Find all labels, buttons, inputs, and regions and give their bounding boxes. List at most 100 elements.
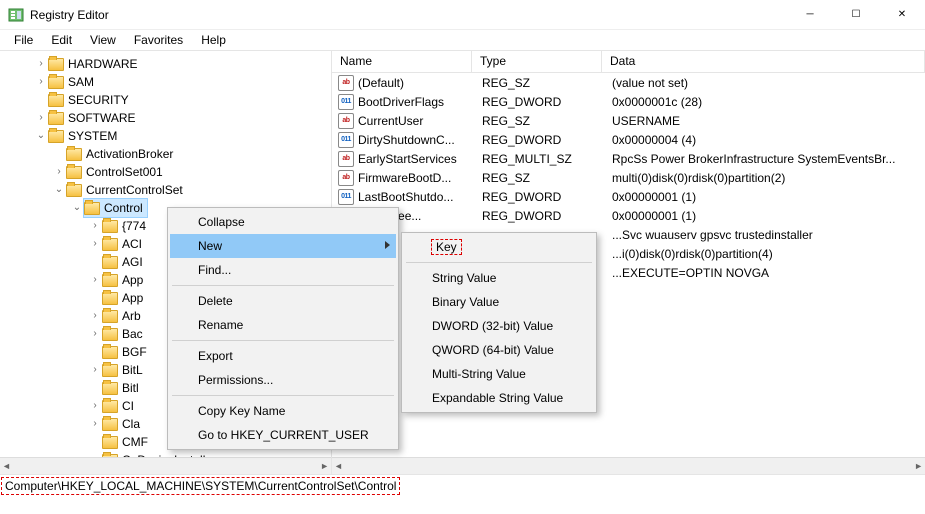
ctx-find[interactable]: Find... — [170, 258, 396, 282]
tree-node-label: ControlSet001 — [86, 163, 163, 181]
list-row[interactable]: abCurrentUserREG_SZUSERNAME — [332, 111, 925, 130]
list-row[interactable]: 011DirtyShutdownC...REG_DWORD0x00000004 … — [332, 130, 925, 149]
tree-expander-icon[interactable]: › — [88, 361, 102, 379]
tree-expander-icon[interactable]: › — [34, 109, 48, 127]
ctx-new-label: New — [198, 239, 222, 253]
tree-node[interactable]: › SOFTWARE — [0, 109, 331, 127]
folder-icon — [102, 256, 118, 269]
list-row[interactable]: 011...tSuccee...REG_DWORD0x00000001 (1) — [332, 206, 925, 225]
tree-expander-icon[interactable]: › — [88, 271, 102, 289]
tree-node-label: AGI — [122, 253, 143, 271]
tree-node-label: Bitl — [122, 379, 139, 397]
tree-expander-icon[interactable]: › — [34, 55, 48, 73]
value-data: 0x00000001 (1) — [604, 209, 925, 223]
tree-node[interactable]: ⌄ SYSTEM — [0, 127, 331, 145]
tree-node-label: {774 — [122, 217, 146, 235]
tree-node[interactable]: ⌄CurrentControlSet — [0, 181, 331, 199]
folder-icon — [102, 418, 118, 431]
value-data: multi(0)disk(0)rdisk(0)partition(2) — [604, 171, 925, 185]
ctx-new-qword[interactable]: QWORD (64-bit) Value — [404, 338, 594, 362]
list-row[interactable]: abEarlyStartServicesREG_MULTI_SZRpcSs Po… — [332, 149, 925, 168]
menu-file[interactable]: File — [6, 31, 41, 49]
folder-icon — [102, 400, 118, 413]
value-data: USERNAME — [604, 114, 925, 128]
menu-help[interactable]: Help — [193, 31, 234, 49]
tree-expander-icon[interactable]: › — [52, 163, 66, 181]
tree-expander-icon[interactable]: ⌄ — [52, 181, 66, 199]
tree-node-label: SYSTEM — [68, 127, 117, 145]
ctx-delete[interactable]: Delete — [170, 289, 396, 313]
ctx-new-dword[interactable]: DWORD (32-bit) Value — [404, 314, 594, 338]
folder-icon — [102, 238, 118, 251]
value-name: (Default) — [358, 76, 474, 90]
value-type: REG_DWORD — [474, 133, 604, 147]
ctx-new-expandstring[interactable]: Expandable String Value — [404, 386, 594, 410]
tree-node[interactable]: ›HARDWARE — [0, 55, 331, 73]
col-header-data[interactable]: Data — [602, 51, 925, 72]
menu-view[interactable]: View — [82, 31, 124, 49]
value-data: ...Svc wuauserv gpsvc trustedinstaller — [604, 228, 925, 242]
value-data: 0x0000001c (28) — [604, 95, 925, 109]
ctx-separator — [172, 340, 394, 341]
minimize-button[interactable]: ─ — [787, 0, 833, 30]
folder-icon — [66, 148, 82, 161]
context-menu-key: Collapse New Find... Delete Rename Expor… — [167, 207, 399, 450]
close-button[interactable]: ✕ — [879, 0, 925, 30]
ctx-export[interactable]: Export — [170, 344, 396, 368]
tree-expander-icon[interactable]: › — [88, 325, 102, 343]
window-title: Registry Editor — [30, 8, 109, 22]
tree-expander-icon[interactable]: › — [88, 397, 102, 415]
col-header-name[interactable]: Name — [332, 51, 472, 72]
tree-node-label: SAM — [68, 73, 94, 91]
tree-expander-icon[interactable]: ⌄ — [70, 199, 84, 217]
folder-icon — [48, 94, 64, 107]
menu-favorites[interactable]: Favorites — [126, 31, 191, 49]
binary-value-icon: 011 — [338, 94, 354, 110]
tree-expander-icon[interactable]: › — [88, 217, 102, 235]
folder-icon — [102, 328, 118, 341]
binary-value-icon: 011 — [338, 189, 354, 205]
tree-node[interactable]: SECURITY — [0, 91, 331, 109]
app-icon — [8, 7, 24, 23]
ctx-new-multistring[interactable]: Multi-String Value — [404, 362, 594, 386]
ctx-new-key[interactable]: Key — [404, 235, 594, 259]
col-header-type[interactable]: Type — [472, 51, 602, 72]
list-row[interactable]: 011LastBootShutdo...REG_DWORD0x00000001 … — [332, 187, 925, 206]
value-name: EarlyStartServices — [358, 152, 474, 166]
list-row[interactable]: ab(Default)REG_SZ(value not set) — [332, 73, 925, 92]
tree-node-label: ActivationBroker — [86, 145, 173, 163]
list-row[interactable]: 011BootDriverFlagsREG_DWORD0x0000001c (2… — [332, 92, 925, 111]
ctx-rename[interactable]: Rename — [170, 313, 396, 337]
folder-icon — [48, 130, 64, 143]
tree-node[interactable]: › SAM — [0, 73, 331, 91]
tree-node-label: SOFTWARE — [68, 109, 136, 127]
tree-expander-icon[interactable]: › — [88, 307, 102, 325]
list-row[interactable]: abFirmwareBootD...REG_SZmulti(0)disk(0)r… — [332, 168, 925, 187]
list-header: Name Type Data — [332, 51, 925, 73]
ctx-permissions[interactable]: Permissions... — [170, 368, 396, 392]
address-path[interactable]: Computer\HKEY_LOCAL_MACHINE\SYSTEM\Curre… — [2, 478, 399, 494]
context-submenu-new: Key String Value Binary Value DWORD (32-… — [401, 232, 597, 413]
ctx-new[interactable]: New — [170, 234, 396, 258]
folder-icon — [66, 184, 82, 197]
tree-expander-icon[interactable]: ⌄ — [34, 127, 48, 145]
folder-icon — [102, 220, 118, 233]
tree-expander-icon[interactable]: › — [34, 73, 48, 91]
ctx-goto-hkcu[interactable]: Go to HKEY_CURRENT_USER — [170, 423, 396, 447]
ctx-new-binary[interactable]: Binary Value — [404, 290, 594, 314]
tree-node[interactable]: ActivationBroker — [0, 145, 331, 163]
list-hscrollbar[interactable]: ◄► — [332, 457, 925, 474]
menu-edit[interactable]: Edit — [43, 31, 80, 49]
ctx-copy-key-name[interactable]: Copy Key Name — [170, 399, 396, 423]
tree-expander-icon[interactable]: › — [88, 415, 102, 433]
statusbar: Computer\HKEY_LOCAL_MACHINE\SYSTEM\Curre… — [0, 474, 925, 496]
maximize-button[interactable]: ☐ — [833, 0, 879, 30]
tree-node[interactable]: › ControlSet001 — [0, 163, 331, 181]
folder-icon — [102, 436, 118, 449]
tree-expander-icon[interactable]: › — [88, 235, 102, 253]
value-data: 0x00000004 (4) — [604, 133, 925, 147]
tree-hscrollbar[interactable]: ◄► — [0, 457, 331, 474]
ctx-collapse[interactable]: Collapse — [170, 210, 396, 234]
folder-icon — [102, 310, 118, 323]
ctx-new-string[interactable]: String Value — [404, 266, 594, 290]
